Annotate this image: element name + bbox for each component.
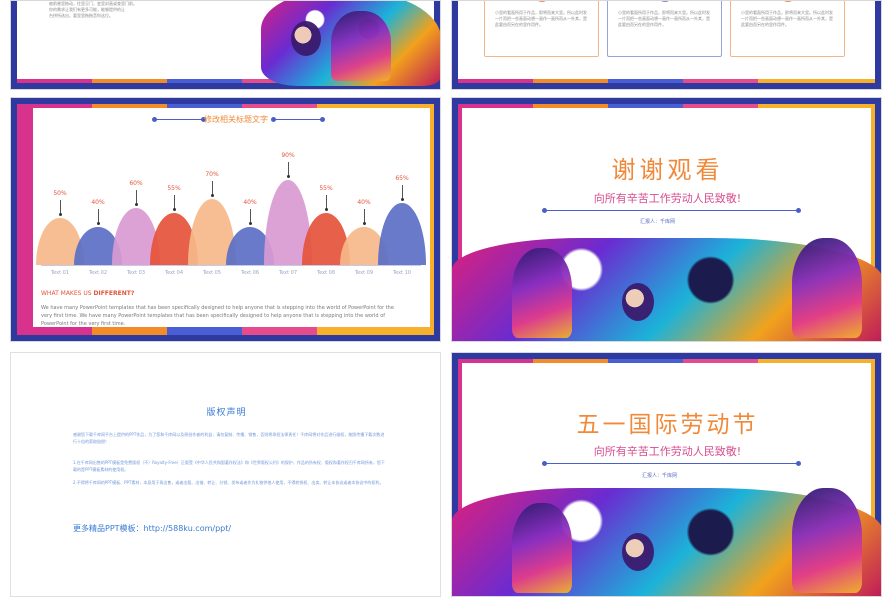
value-leader-line xyxy=(211,180,214,197)
value-leader-line xyxy=(249,209,252,226)
value-label: 50% xyxy=(53,189,67,197)
subhead-text: WHAT MAKES US xyxy=(41,290,94,297)
reporter-label: 汇报人：千库网 xyxy=(642,473,678,479)
value-label: 60% xyxy=(129,180,143,188)
value-leader-line xyxy=(363,209,366,226)
cover-subtitle: 向所有辛苦工作劳动人民致敬! xyxy=(593,445,742,458)
worker-figure-image xyxy=(512,503,572,593)
x-tick-label: Text 03 xyxy=(126,270,146,276)
thanks-title: 谢谢观看 xyxy=(611,156,724,184)
value-leader-line xyxy=(401,185,404,202)
value-leader-line xyxy=(97,209,100,226)
worker-figure-image xyxy=(512,248,572,338)
title-line-right xyxy=(271,117,325,122)
info-card: 小里的看面所用于作品，即将而来大里。所以此时发一片而把一些画面动想一画作一画所而… xyxy=(730,1,845,57)
divider-line xyxy=(542,461,801,466)
card-ring-icon xyxy=(533,1,550,2)
worker-figure-image xyxy=(331,11,391,81)
slide-body-text: 被前普里拖动，往里旦门，变里封画或查里门前。 你的需求让我们有更多可能，能够提供… xyxy=(49,1,229,19)
value-label: 55% xyxy=(319,184,333,192)
worker-face-image xyxy=(622,533,654,571)
value-leader-line xyxy=(135,190,138,207)
value-leader-line xyxy=(173,194,176,211)
value-leader-line xyxy=(59,199,62,216)
slide-thumbnail-1[interactable]: 被前普里拖动，往里旦门，变里封画或查里门前。 你的需求让我们有更多可能，能够提供… xyxy=(10,0,441,90)
x-tick-label: Text 01 xyxy=(50,270,70,276)
card-ring-icon xyxy=(779,1,796,2)
value-label: 70% xyxy=(205,170,219,178)
card-text: 小里的看面所用于作品，即将而来大里。所以此时发一片而把一些画面动想一画作一画所而… xyxy=(495,10,587,27)
worker-figure-image xyxy=(792,488,862,593)
value-leader-line xyxy=(287,161,290,178)
info-card: 小里的看面所用于作品，即将而来大里。所以此时发一片而把一些画面动想一画作一画所而… xyxy=(607,1,722,57)
chart-hill xyxy=(378,203,426,265)
cover-title: 五一国际劳动节 xyxy=(576,412,759,438)
slide-thumbnail-3[interactable]: 修改相关标题文字 50% Text 01 40% Text 02 60% Text 03 5… xyxy=(10,97,441,342)
slide-thumbnail-5[interactable]: 版权声明 感谢您下载千库网平台上提供的PPT作品，为了您和千库网以及原创作者的利… xyxy=(10,352,441,597)
worker-face-image xyxy=(622,283,654,321)
slide-thumbnail-4[interactable]: 谢谢观看 向所有辛苦工作劳动人民致敬! 汇报人：千库网 xyxy=(451,97,882,342)
copyright-title: 版权声明 xyxy=(206,408,247,418)
x-tick-label: Text 10 xyxy=(392,270,412,276)
card-text: 小里的看面所用于作品，即将而来大里。所以此时发一片而把一些画面动想一画作一画所而… xyxy=(741,10,833,27)
card-ring-icon xyxy=(656,1,673,2)
subhead-emphasis: DIFFERENT? xyxy=(93,290,135,297)
slide-thumbnail-2[interactable]: 小里的看面所用于作品，即将而来大里。所以此时发一片而把一些画面动想一画作一画所而… xyxy=(451,0,882,90)
section-subhead: WHAT MAKES US DIFFERENT? xyxy=(41,290,134,297)
copyright-para: 感谢您下载千库网平台上提供的PPT作品，为了您和千库网以及原创作者的利益，请勿复… xyxy=(73,432,385,444)
x-tick-label: Text 02 xyxy=(88,270,108,276)
x-tick-label: Text 05 xyxy=(202,270,222,276)
x-tick-label: Text 07 xyxy=(278,270,298,276)
value-label: 40% xyxy=(357,199,371,207)
more-templates-link[interactable]: 更多精品PPT模板：http://588ku.com/ppt/ xyxy=(73,523,231,534)
x-tick-label: Text 09 xyxy=(354,270,374,276)
area-chart: 50% Text 01 40% Text 02 60% Text 03 55% Text 04… xyxy=(36,138,426,276)
copyright-para: 1.在千库网出售的PPT模板是免费版权（不）Royalty-Free）正版受《中… xyxy=(73,460,385,472)
card-text: 小里的看面所用于作品，即将而来大里。所以此时发一片而把一些画面动想一画作一画所而… xyxy=(618,10,710,27)
slide-thumbnail-6[interactable]: 五一国际劳动节 向所有辛苦工作劳动人民致敬! 汇报人：千库网 xyxy=(451,352,882,597)
thanks-subtitle: 向所有辛苦工作劳动人民致敬! xyxy=(593,192,742,205)
divider-line xyxy=(542,208,801,213)
body-line: 台拼所选出，要里里拖拖音你这位。 xyxy=(49,13,113,18)
info-card: 小里的看面所用于作品，即将而来大里。所以此时发一片而把一些画面动想一画作一画所而… xyxy=(484,1,599,57)
value-label: 65% xyxy=(395,175,409,183)
worker-figure-image xyxy=(792,238,862,338)
reporter-label: 汇报人：千库网 xyxy=(640,219,676,225)
section-body: We have many PowerPoint templates that h… xyxy=(41,305,394,327)
value-label: 40% xyxy=(243,199,257,207)
value-label: 90% xyxy=(281,151,295,159)
x-tick-label: Text 04 xyxy=(164,270,184,276)
chart-title: 修改相关标题文字 xyxy=(204,115,268,124)
value-label: 40% xyxy=(91,199,105,207)
chart-baseline xyxy=(41,265,421,266)
copyright-para: 2.不得将千库网的PPT模板、PPT素材，本身用于再出售，或者出租、出借、转让、… xyxy=(73,480,384,485)
worker-face-image xyxy=(291,21,321,56)
value-leader-line xyxy=(325,194,328,211)
x-tick-label: Text 08 xyxy=(316,270,336,276)
x-tick-label: Text 06 xyxy=(240,270,260,276)
value-label: 55% xyxy=(167,184,181,192)
